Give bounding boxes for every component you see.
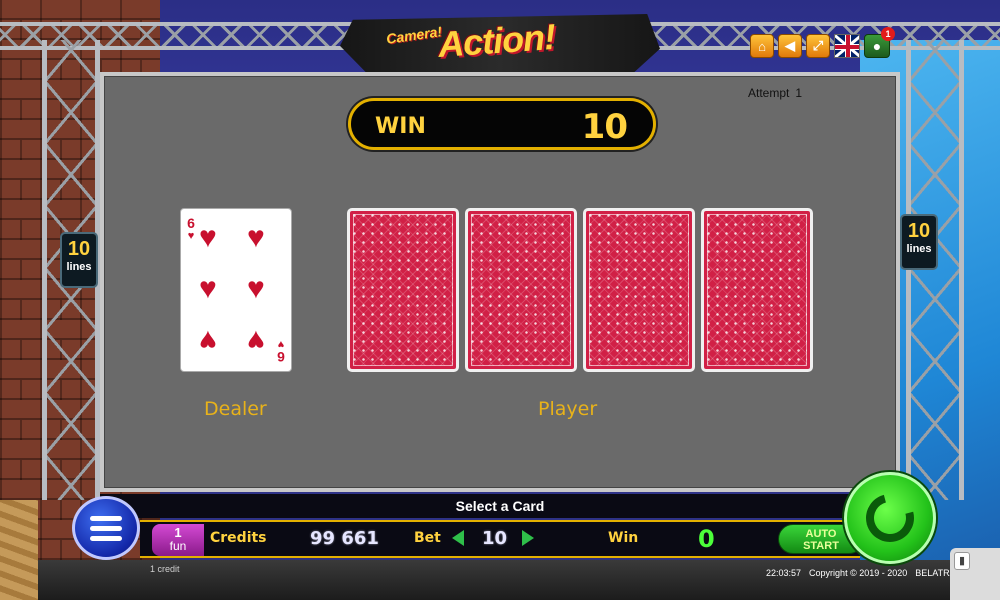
heart-pip-icon: ♥ (199, 324, 217, 357)
win-label: Win (608, 530, 639, 546)
uk-flag-icon[interactable] (834, 34, 860, 58)
lines-label: lines (906, 243, 932, 255)
win-value: 0 (698, 525, 715, 553)
refresh-icon (857, 485, 923, 551)
lines-number: 10 (907, 220, 931, 242)
fun-denomination[interactable]: 1 fun (152, 524, 204, 556)
bet-decrease-icon[interactable] (452, 530, 464, 546)
info-icon[interactable]: ▮ (954, 552, 970, 570)
credit-note: 1 credit (150, 564, 180, 574)
card-rank: 6 (187, 215, 195, 231)
lines-label: lines (66, 261, 92, 273)
heart-pip-icon: ♥ (247, 272, 265, 305)
card-rank: 6 (277, 349, 285, 365)
spin-button[interactable] (844, 472, 936, 564)
card-corner-top: 6 ♥ (185, 215, 197, 243)
notification-badge: 1 (881, 27, 895, 41)
fun-count: 1 (174, 525, 182, 540)
bet-label: Bet (414, 530, 441, 546)
heart-pip-icon: ♥ (199, 221, 217, 254)
copyright: Copyright © 2019 - 2020 (809, 568, 908, 578)
heart-suit-icon: ♥ (277, 338, 285, 350)
credits-value: 99 661 (310, 528, 379, 549)
heart-pip-icon: ♥ (199, 272, 217, 305)
heart-pip-icon: ♥ (247, 221, 265, 254)
bet-value: 10 (482, 528, 508, 549)
heart-pip-icon: ♥ (247, 324, 265, 357)
fun-label: fun (169, 539, 187, 553)
dealer-card: 6 ♥ ♥ ♥ ♥ ♥ ♥ ♥ 6 ♥ (180, 208, 292, 372)
gamble-win-display: WIN 10 (348, 98, 656, 150)
player-card-3[interactable] (583, 208, 695, 372)
sound-icon[interactable]: ◀ (778, 34, 802, 58)
fullscreen-icon[interactable]: ⤢ (806, 34, 830, 58)
attempt-counter: Attempt 1 (748, 86, 802, 100)
player-card-1[interactable] (347, 208, 459, 372)
home-icon[interactable]: ⌂ (750, 34, 774, 58)
attempt-label: Attempt (748, 86, 790, 100)
lines-indicator-right: 10 lines (900, 214, 938, 270)
gamble-win-value: 10 (581, 107, 628, 147)
dealer-label: Dealer (204, 398, 267, 420)
player-card-4[interactable] (701, 208, 813, 372)
gamble-panel: Attempt 1 WIN 10 6 ♥ ♥ ♥ ♥ ♥ ♥ ♥ 6 ♥ Deal… (100, 72, 900, 492)
player-card-2[interactable] (465, 208, 577, 372)
gamble-win-label: WIN (375, 114, 426, 139)
logo-big-text: Action! (436, 15, 557, 66)
menu-icon (90, 515, 122, 521)
clock: 22:03:57 (766, 568, 802, 578)
card-corner-bottom: 6 ♥ (275, 337, 287, 365)
bet-increase-icon[interactable] (522, 530, 534, 546)
truss-right (906, 40, 964, 500)
top-toolbar: ⌂ ◀ ⤢ ● 1 (750, 27, 895, 58)
player-label: Player (538, 398, 598, 420)
attempt-value: 1 (795, 86, 803, 100)
credits-label: Credits (210, 530, 267, 546)
chip-icon[interactable]: ● 1 (864, 27, 895, 58)
footer: 22:03:57 Copyright © 2019 - 2020 BELATRA (766, 568, 964, 578)
lines-indicator-left: 10 lines (60, 232, 98, 288)
wood-crate (0, 500, 38, 600)
lines-number: 10 (67, 238, 91, 260)
menu-button[interactable] (72, 496, 140, 560)
heart-suit-icon: ♥ (187, 230, 195, 242)
